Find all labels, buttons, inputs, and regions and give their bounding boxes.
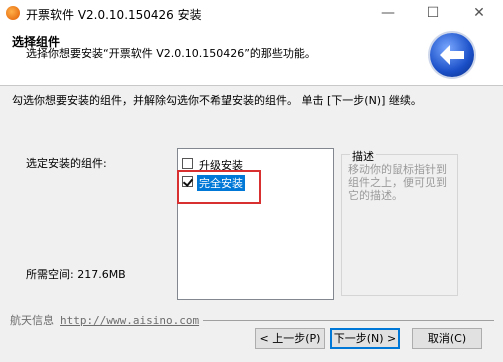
maximize-button[interactable]: ☐	[410, 0, 456, 27]
upgrade-checkbox[interactable]	[182, 158, 193, 169]
back-arrow-icon	[430, 33, 474, 77]
back-button[interactable]: < 上一步(P)	[255, 328, 325, 349]
window-title: 开票软件 V2.0.10.150426 安装	[26, 8, 202, 22]
minimize-button[interactable]: —	[365, 0, 411, 27]
brand-label: 航天信息 http://www.aisino.com	[10, 312, 204, 328]
next-button[interactable]: 下一步(N) >	[330, 328, 400, 349]
brand-url: http://www.aisino.com	[60, 314, 200, 327]
brand-name: 航天信息	[10, 314, 54, 327]
description-text: 移动你的鼠标指针到组件之上，便可见到它的描述。	[348, 163, 447, 202]
components-label: 选定安装的组件:	[26, 157, 107, 170]
instructions-text: 勾选你想要安装的组件，并解除勾选你不希望安装的组件。 单击 [下一步(N)] 继…	[12, 94, 422, 107]
highlight-annotation	[177, 170, 261, 204]
wizard-header: 选择组件 选择你想要安装“开票软件 V2.0.10.150426”的那些功能。	[0, 27, 503, 86]
app-icon	[6, 6, 20, 20]
space-required: 所需空间: 217.6MB	[26, 268, 126, 281]
description-title: 描述	[350, 148, 376, 164]
close-button[interactable]: ✕	[456, 0, 502, 27]
title-bar: 开票软件 V2.0.10.150426 安装 — ☐ ✕	[0, 0, 503, 27]
page-subtitle: 选择你想要安装“开票软件 V2.0.10.150426”的那些功能。	[26, 47, 316, 60]
cancel-button[interactable]: 取消(C)	[412, 328, 482, 349]
